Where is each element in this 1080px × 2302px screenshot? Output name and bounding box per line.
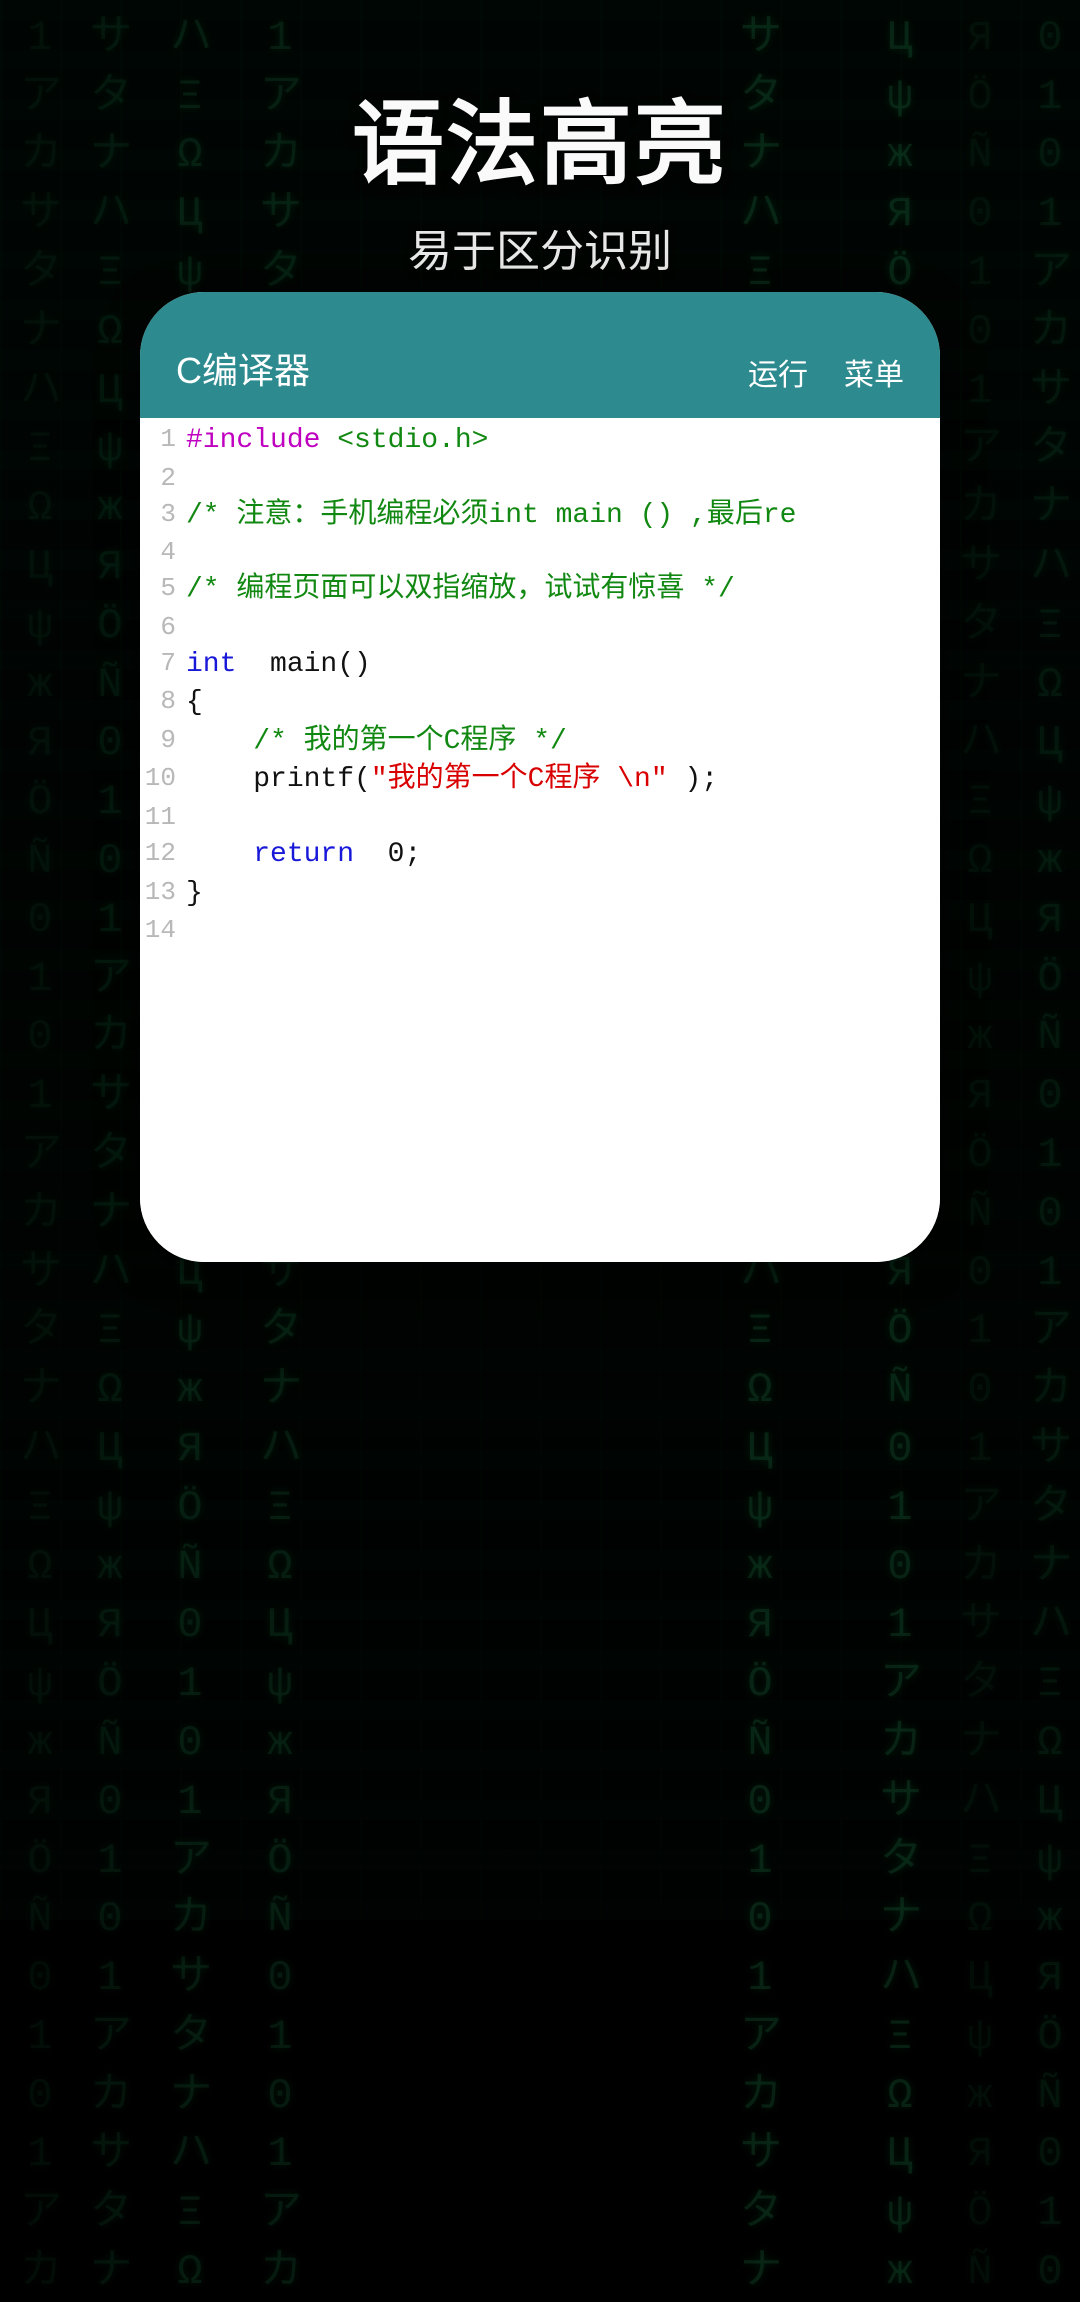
code-line[interactable]: 14 (140, 913, 940, 949)
code-content[interactable] (186, 610, 940, 646)
code-line[interactable]: 1#include <stdio.h> (140, 422, 940, 461)
code-line[interactable]: 2 (140, 461, 940, 497)
line-number: 1 (140, 422, 186, 461)
code-line[interactable]: 5/* 编程页面可以双指缩放，试试有惊喜 */ (140, 571, 940, 610)
page-title: 语法高亮 (0, 70, 1080, 203)
code-content[interactable]: return 0; (186, 836, 940, 875)
code-line[interactable]: 3/* 注意：手机编程必须int main () ,最后re (140, 497, 940, 536)
line-number: 14 (140, 913, 186, 949)
matrix-column: 0 1 ア カ サ タ ナ ハ Ξ Ω Ц ψ ж Я Ö Ñ 0 1 0 1 … (20, 0, 60, 2302)
code-content[interactable] (186, 800, 940, 836)
code-content[interactable]: /* 注意：手机编程必须int main () ,最后re (186, 497, 940, 536)
line-number: 11 (140, 800, 186, 836)
code-content[interactable]: { (186, 684, 940, 723)
line-number: 6 (140, 610, 186, 646)
app-title: C编译器 (176, 342, 712, 394)
line-number: 2 (140, 461, 186, 497)
code-content[interactable]: /* 编程页面可以双指缩放，试试有惊喜 */ (186, 571, 940, 610)
code-content[interactable]: printf("我的第一个C程序 \n" ); (186, 761, 940, 800)
matrix-column: カ サ タ ナ ハ Ξ Ω Ц ψ ж Я Ö Ñ 0 1 0 1 ア カ サ … (90, 0, 130, 2302)
code-content[interactable]: #include <stdio.h> (186, 422, 940, 461)
code-line[interactable]: 8{ (140, 684, 940, 723)
code-content[interactable]: /* 我的第一个C程序 */ (186, 723, 940, 762)
line-number: 5 (140, 571, 186, 610)
code-content[interactable]: int main() (186, 646, 940, 685)
code-line[interactable]: 13} (140, 875, 940, 914)
code-line[interactable]: 4 (140, 535, 940, 571)
matrix-column: Ñ 0 1 0 1 ア カ サ タ ナ ハ Ξ Ω Ц ψ ж Я Ö Ñ 0 … (1030, 0, 1070, 2302)
code-line[interactable]: 11 (140, 800, 940, 836)
page-header: 语法高亮 易于区分识别 (0, 70, 1080, 279)
code-line[interactable]: 6 (140, 610, 940, 646)
run-button[interactable]: 运行 (748, 350, 808, 394)
code-editor[interactable]: 1#include <stdio.h>23/* 注意：手机编程必须int mai… (140, 418, 940, 1262)
line-number: 13 (140, 875, 186, 914)
code-content[interactable] (186, 461, 940, 497)
code-line[interactable]: 9 /* 我的第一个C程序 */ (140, 723, 940, 762)
phone-frame: C编译器 运行 菜单 1#include <stdio.h>23/* 注意：手机… (140, 292, 940, 1262)
code-line[interactable]: 12 return 0; (140, 836, 940, 875)
line-number: 3 (140, 497, 186, 536)
line-number: 9 (140, 723, 186, 762)
code-content[interactable] (186, 535, 940, 571)
code-content[interactable] (186, 913, 940, 949)
menu-button[interactable]: 菜单 (844, 350, 904, 394)
code-content[interactable]: } (186, 875, 940, 914)
page-subtitle: 易于区分识别 (0, 215, 1080, 279)
line-number: 7 (140, 646, 186, 685)
code-line[interactable]: 10 printf("我的第一个C程序 \n" ); (140, 761, 940, 800)
line-number: 12 (140, 836, 186, 875)
matrix-column: ж Я Ö Ñ 0 1 0 1 ア カ サ タ ナ ハ Ξ Ω Ц ψ ж Я … (960, 0, 1000, 2302)
line-number: 10 (140, 761, 186, 800)
app-bar: C编译器 运行 菜单 (140, 292, 940, 418)
line-number: 4 (140, 535, 186, 571)
line-number: 8 (140, 684, 186, 723)
code-line[interactable]: 7int main() (140, 646, 940, 685)
